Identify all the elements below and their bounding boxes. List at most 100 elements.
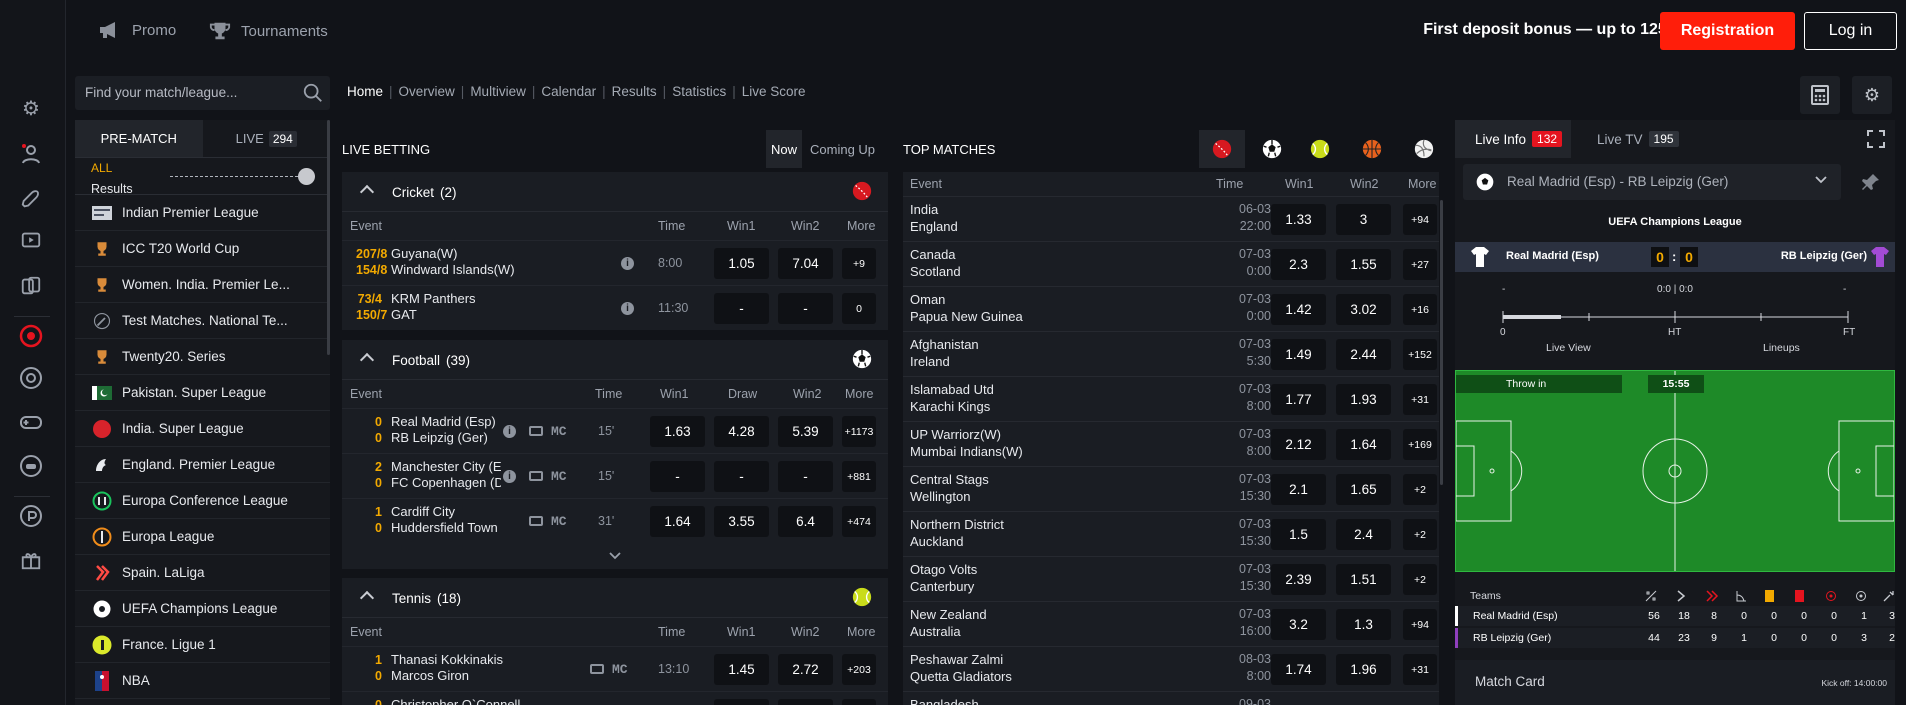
sidebar-item-league[interactable]: ICC T20 World Cup: [75, 231, 330, 267]
coming-up-tab[interactable]: Coming Up: [810, 142, 875, 157]
match-row[interactable]: Afghanistan Ireland 07-03 5:30 1.49 2.44 +152: [903, 331, 1439, 376]
football-filter[interactable]: [1249, 130, 1295, 168]
chevron-up-icon[interactable]: [359, 590, 375, 606]
more-markets[interactable]: +27: [1403, 249, 1437, 280]
odd-win2[interactable]: 1.55: [1336, 249, 1391, 280]
match-row[interactable]: Oman Papua New Guinea 07-03 0:00 1.42 3.02 +16: [903, 286, 1439, 331]
subnav-link[interactable]: Overview: [399, 84, 455, 99]
event-row[interactable]: 207/8 154/8 Guyana(W) Windward Islands(W) i 8…: [342, 240, 888, 285]
odd-win1[interactable]: 1.33: [1271, 204, 1326, 235]
odd-win2[interactable]: -: [778, 461, 833, 492]
filter-results[interactable]: Results: [91, 182, 133, 196]
chevron-up-icon[interactable]: [359, 352, 375, 368]
chevron-up-icon[interactable]: [359, 184, 375, 200]
soccer-settings-icon[interactable]: ⚙: [17, 94, 45, 122]
tv-icon[interactable]: [529, 516, 543, 526]
more-markets[interactable]: +94: [1403, 609, 1437, 640]
more-markets[interactable]: +152: [1403, 339, 1437, 370]
info-icon[interactable]: i: [621, 302, 634, 315]
odd-win2[interactable]: [778, 699, 833, 705]
sidebar-item-league[interactable]: Europa League: [75, 519, 330, 555]
odd-win1[interactable]: [714, 699, 769, 705]
tennis-filter[interactable]: [1297, 130, 1343, 168]
more-markets[interactable]: +1173: [842, 416, 876, 447]
match-card[interactable]: Match Card Kick off: 14:00:00: [1455, 660, 1895, 705]
registration-button[interactable]: Registration: [1660, 12, 1795, 50]
event-row[interactable]: 2 0 Manchester City (E...FC Copenhagen (D.…: [342, 453, 888, 498]
sidebar-item-league[interactable]: Women. India. Premier Le...: [75, 267, 330, 303]
odd-win1[interactable]: 1.74: [1271, 654, 1326, 685]
rocket-icon[interactable]: [17, 186, 45, 214]
subnav-link[interactable]: Results: [612, 84, 657, 99]
odd-win1[interactable]: 1.49: [1271, 339, 1326, 370]
live-tv-icon[interactable]: [17, 226, 45, 254]
volleyball-filter[interactable]: [1401, 130, 1447, 168]
odd-win1[interactable]: 1.5: [1271, 519, 1326, 550]
odd-win2[interactable]: -: [778, 293, 833, 324]
sidebar-item-league[interactable]: England. Premier League: [75, 447, 330, 483]
more-markets[interactable]: +203: [842, 654, 876, 685]
cricket-filter[interactable]: [1199, 130, 1245, 168]
odd-win1[interactable]: 1.64: [650, 506, 705, 537]
match-row[interactable]: Canada Scotland 07-03 0:00 2.3 1.55 +27: [903, 241, 1439, 286]
event-row[interactable]: 0Christopher O`ConnellMC: [342, 691, 888, 705]
odd-win2[interactable]: 1.65: [1336, 474, 1391, 505]
lineups-tab[interactable]: Lineups: [1763, 342, 1800, 354]
esports-icon[interactable]: [17, 452, 45, 480]
subnav-link[interactable]: Statistics: [672, 84, 726, 99]
match-row[interactable]: Islamabad Utd Karachi Kings 07-03 8:00 1.77 1…: [903, 376, 1439, 421]
odd-win2[interactable]: 7.04: [778, 248, 833, 279]
more-markets[interactable]: +2: [1403, 474, 1437, 505]
odd-win1[interactable]: 1.63: [650, 416, 705, 447]
sidebar-item-league[interactable]: Twenty20. Series: [75, 339, 330, 375]
tournaments-link[interactable]: Tournaments: [209, 20, 328, 42]
odd-win2[interactable]: 3.02: [1336, 294, 1391, 325]
more-markets[interactable]: [842, 699, 876, 705]
more-markets[interactable]: +881: [842, 461, 876, 492]
odd-win1[interactable]: 2.12: [1271, 429, 1326, 460]
filter-slider-knob[interactable]: [298, 168, 315, 185]
subnav-link[interactable]: Multiview: [470, 84, 526, 99]
sport-header[interactable]: Football (39): [342, 340, 888, 380]
more-markets[interactable]: +2: [1403, 519, 1437, 550]
pin-icon[interactable]: [1861, 172, 1881, 192]
basketball-filter[interactable]: [1349, 130, 1395, 168]
tv-icon[interactable]: [529, 426, 543, 436]
event-row[interactable]: 73/4 150/7 KRM Panthers GAT i 11:30- -0: [342, 285, 888, 330]
odd-win2[interactable]: 2.44: [1336, 339, 1391, 370]
odd-draw[interactable]: -: [714, 461, 769, 492]
sidebar-item-league[interactable]: France. Ligue 1: [75, 627, 330, 663]
cards-icon[interactable]: [17, 272, 45, 300]
match-row[interactable]: New Zealand Australia 07-03 16:00 3.2 1.3 +94: [903, 601, 1439, 646]
sidebar-item-league[interactable]: Europa Conference League: [75, 483, 330, 519]
filter-all[interactable]: ALL: [91, 161, 112, 175]
mc-icon[interactable]: MC: [612, 662, 628, 677]
filter-slider-track[interactable]: [170, 176, 308, 177]
search-icon[interactable]: [302, 82, 324, 104]
calculator-button[interactable]: [1800, 76, 1840, 114]
poker-icon[interactable]: [17, 502, 45, 530]
roulette-icon[interactable]: [17, 364, 45, 392]
sidebar-item-league[interactable]: UEFA Champions League: [75, 591, 330, 627]
subnav-link[interactable]: Home: [347, 84, 383, 99]
match-row[interactable]: India England 06-03 22:00 1.33 3 +94: [903, 196, 1439, 241]
match-row[interactable]: Bangladesh 09-03: [903, 691, 1439, 705]
mc-icon[interactable]: MC: [551, 424, 567, 439]
info-icon[interactable]: i: [621, 257, 634, 270]
sidebar-item-league[interactable]: NBA: [75, 663, 330, 699]
tab-prematch[interactable]: PRE-MATCH: [75, 120, 203, 157]
more-markets[interactable]: 0: [842, 293, 876, 324]
login-button[interactable]: Log in: [1804, 12, 1897, 50]
match-row[interactable]: UP Warriorz(W) Mumbai Indians(W) 07-03 8:00…: [903, 421, 1439, 466]
odd-win1[interactable]: 1.42: [1271, 294, 1326, 325]
mc-icon[interactable]: MC: [551, 469, 567, 484]
odd-draw[interactable]: 3.55: [714, 506, 769, 537]
live-view-tab[interactable]: Live View: [1546, 342, 1591, 354]
odd-win1[interactable]: 1.05: [714, 248, 769, 279]
top-matches-scrollbar[interactable]: [1440, 200, 1443, 485]
sport-header[interactable]: Cricket (2): [342, 172, 888, 212]
event-row[interactable]: 0 0 Real Madrid (Esp) RB Leipzig (Ger) i MC 15…: [342, 408, 888, 453]
subnav-link[interactable]: Calendar: [541, 84, 596, 99]
sidebar-item-league[interactable]: Test Matches. National Te...: [75, 303, 330, 339]
tv-icon[interactable]: [529, 471, 543, 481]
